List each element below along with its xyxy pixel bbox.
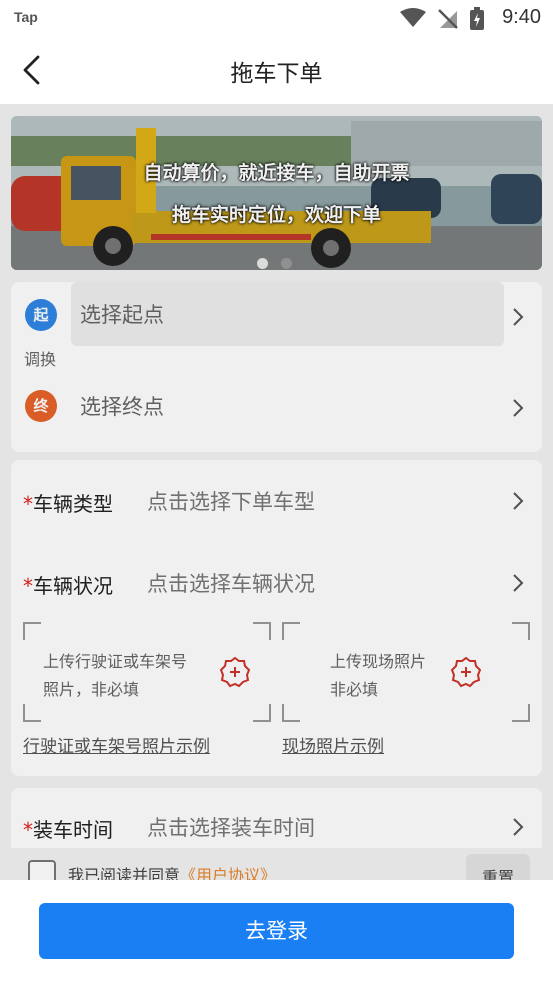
add-photo-icon[interactable]	[450, 656, 482, 688]
end-point-field[interactable]: 选择终点	[71, 374, 504, 438]
title-bar: 拖车下单	[0, 36, 553, 104]
add-photo-icon[interactable]	[219, 656, 251, 688]
load-time-select[interactable]: 点击选择装车时间	[147, 812, 315, 842]
reset-button[interactable]: 重置	[466, 854, 530, 880]
required-mark: *	[23, 818, 33, 842]
scene-example-link[interactable]: 现场照片示例	[282, 732, 384, 757]
banner-caption-1: 自动算价，就近接车，自助开票	[143, 162, 410, 184]
vehicle-type-label: *车辆类型	[23, 488, 113, 517]
chevron-right-icon[interactable]	[511, 490, 525, 512]
carrier-label: Tap	[14, 9, 38, 25]
vehicle-condition-select[interactable]: 点击选择车辆状况	[147, 568, 315, 598]
page-title: 拖车下单	[230, 61, 323, 87]
required-mark: *	[23, 574, 33, 598]
upload-scene-hint-2: 非必填	[330, 680, 379, 699]
vehicle-type-text: 车辆类型	[33, 492, 113, 516]
agree-checkbox[interactable]	[28, 860, 56, 880]
vehicle-condition-text: 车辆状况	[33, 574, 113, 598]
chevron-right-icon[interactable]	[511, 572, 525, 594]
end-badge: 终	[25, 390, 57, 422]
vehicle-type-select[interactable]: 点击选择下单车型	[147, 486, 315, 516]
upload-scene-photo[interactable]: 上传现场照片 非必填	[282, 622, 530, 722]
wifi-icon	[400, 8, 426, 27]
chevron-right-icon[interactable]	[511, 816, 525, 838]
status-bar: Tap 9:40	[0, 0, 553, 36]
agreement-text: 我已阅读并同意《用户协议》	[68, 862, 276, 880]
route-card: 起 选择起点 调换 终 选择终点	[11, 282, 542, 452]
load-time-label: *装车时间	[23, 814, 113, 843]
no-signal-icon	[438, 9, 458, 29]
agreement-bar: 我已阅读并同意《用户协议》 重置	[0, 848, 553, 880]
license-example-link[interactable]: 行驶证或车架号照片示例	[23, 732, 210, 757]
banner-dot-active[interactable]	[257, 258, 268, 269]
load-time-text: 装车时间	[33, 818, 113, 842]
chevron-right-icon	[513, 399, 524, 417]
user-agreement-link[interactable]: 《用户协议》	[180, 866, 276, 880]
promo-banner[interactable]: 自动算价，就近接车，自助开票 拖车实时定位，欢迎下单	[11, 116, 542, 270]
battery-icon	[470, 7, 484, 30]
upload-scene-hint-1: 上传现场照片	[330, 652, 427, 671]
vehicle-card: *车辆类型 点击选择下单车型 *车辆状况 点击选择车辆状况 上传行驶证或车架号 …	[11, 460, 542, 776]
agreement-prefix: 我已阅读并同意	[68, 866, 181, 880]
vehicle-condition-label: *车辆状况	[23, 570, 113, 599]
start-badge: 起	[25, 299, 57, 331]
banner-pagination	[257, 254, 305, 270]
swap-button[interactable]: 调换	[24, 346, 56, 370]
banner-dot[interactable]	[281, 258, 292, 269]
start-point-placeholder: 选择起点	[80, 303, 164, 327]
upload-license-hint-1: 上传行驶证或车架号	[43, 652, 188, 671]
clock: 9:40	[502, 6, 541, 28]
banner-caption-2: 拖车实时定位，欢迎下单	[171, 204, 381, 226]
login-button[interactable]: 去登录	[39, 903, 514, 959]
end-point-placeholder: 选择终点	[80, 395, 164, 419]
start-point-field[interactable]: 选择起点	[71, 282, 504, 346]
bottom-action-bar: 去登录	[0, 880, 553, 983]
chevron-right-icon	[513, 308, 524, 326]
upload-license-photo[interactable]: 上传行驶证或车架号 照片，非必填	[23, 622, 271, 722]
order-form: 自动算价，就近接车，自助开票 拖车实时定位，欢迎下单 起 选择起点 调换 终 选…	[0, 104, 553, 880]
tow-truck-photo	[11, 116, 542, 270]
required-mark: *	[23, 492, 33, 516]
upload-license-hint-2: 照片，非必填	[43, 680, 140, 699]
